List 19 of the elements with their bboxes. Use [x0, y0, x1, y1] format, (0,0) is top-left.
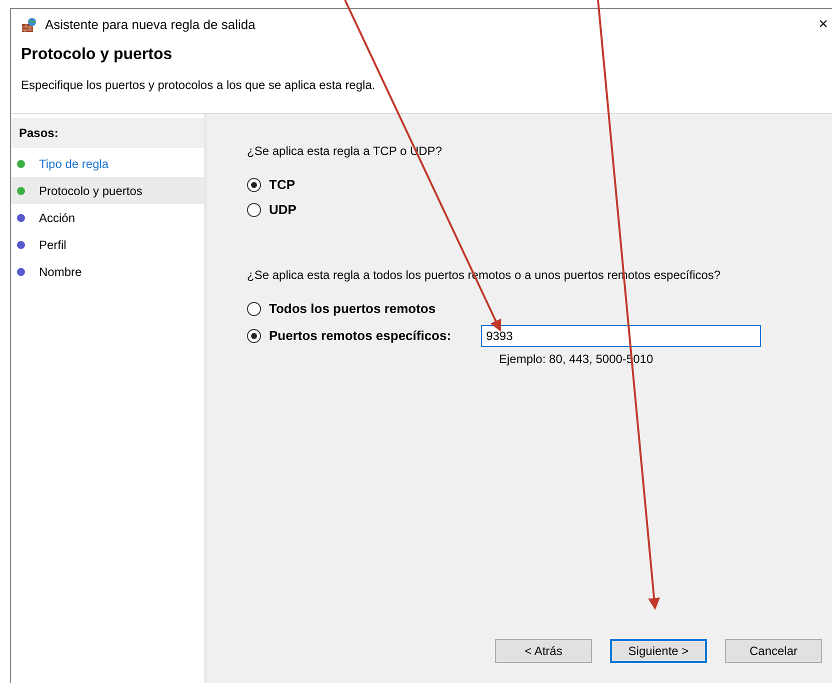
- wizard-button[interactable]: Cancelar: [725, 639, 822, 663]
- page-heading: Protocolo y puertos: [21, 45, 172, 64]
- radio-option[interactable]: TCP: [247, 172, 295, 197]
- ports-input-field[interactable]: 9393: [481, 324, 762, 346]
- radio-option[interactable]: Puertos remotos específicos:: [247, 323, 452, 348]
- close-icon[interactable]: ×: [818, 17, 828, 33]
- step-item[interactable]: Tipo de regla: [11, 150, 204, 177]
- wizard-button[interactable]: < Atrás: [495, 639, 592, 663]
- wizard-button[interactable]: Siguiente >: [610, 639, 707, 663]
- firewall-globe-icon: [21, 17, 37, 33]
- step-item[interactable]: Perfil: [11, 231, 204, 258]
- window-title: Asistente para nueva regla de salida: [45, 16, 256, 34]
- page-description: Especifique los puertos y protocolos a los que se aplica esta regla.: [21, 78, 376, 92]
- radio-option[interactable]: Todos los puertos remotos: [247, 296, 436, 321]
- step-item[interactable]: Protocolo y puertos: [11, 177, 204, 204]
- step-item[interactable]: Acción: [11, 204, 204, 231]
- steps-heading: Pasos:: [11, 118, 204, 148]
- step-item[interactable]: Nombre: [11, 258, 204, 285]
- radio-option[interactable]: UDP: [247, 197, 296, 222]
